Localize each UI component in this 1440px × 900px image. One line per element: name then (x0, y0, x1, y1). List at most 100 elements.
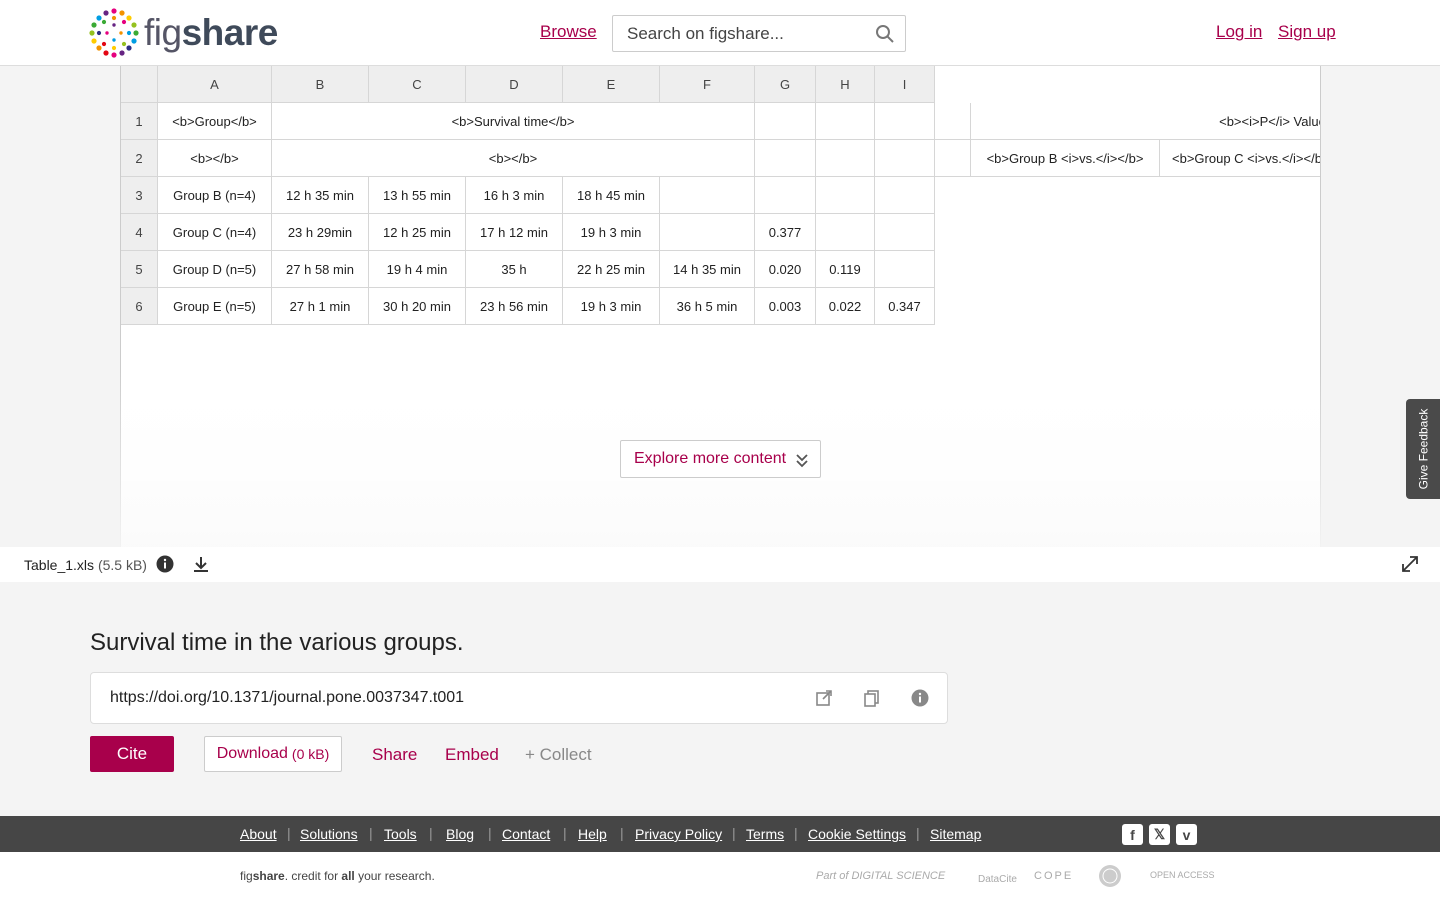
cell[interactable]: <b>Group C <i>vs.</i></b> (1160, 140, 1320, 177)
footer-tagline: figshare. credit for all your research. (240, 869, 435, 883)
footer-link-contact[interactable]: Contact (502, 826, 550, 842)
footer-link-solutions[interactable]: Solutions (300, 826, 358, 842)
table-cell[interactable] (755, 177, 816, 214)
table-cell[interactable]: Group C (n=4) (158, 214, 272, 251)
facebook-icon[interactable]: f (1122, 824, 1143, 845)
table-cell[interactable]: 19 h 4 min (369, 251, 466, 288)
digital-science-logo[interactable]: Part of DIGITAL SCIENCE (816, 870, 945, 882)
cope-logo[interactable]: COPE (1034, 870, 1073, 882)
feedback-label: Give Feedback (1416, 408, 1430, 490)
download-button[interactable]: Download (0 kB) (204, 736, 342, 772)
login-link[interactable]: Log in (1216, 22, 1262, 42)
cell-merged[interactable]: <b><i>P</i> Value</b> (971, 103, 1320, 140)
vimeo-icon[interactable]: v (1176, 824, 1197, 845)
table-cell[interactable] (816, 214, 875, 251)
footer-link-privacy[interactable]: Privacy Policy (635, 826, 722, 842)
cell[interactable]: <b>Group B <i>vs.</i></b> (971, 140, 1160, 177)
cell[interactable] (935, 103, 971, 140)
cell[interactable] (816, 140, 875, 177)
signup-link[interactable]: Sign up (1278, 22, 1336, 42)
table-cell[interactable]: 19 h 3 min (563, 214, 660, 251)
table-cell[interactable]: 0.020 (755, 251, 816, 288)
table-cell[interactable] (875, 251, 935, 288)
table-cell[interactable]: 0.347 (875, 288, 935, 325)
cell[interactable] (755, 103, 816, 140)
give-feedback-tab[interactable]: Give Feedback (1406, 399, 1440, 499)
embed-link[interactable]: Embed (445, 745, 499, 765)
file-preview: A B C D E F G H I 1 2 3 4 5 6 <b>Group</… (0, 66, 1440, 547)
search-icon[interactable] (865, 24, 905, 44)
footer-link-help[interactable]: Help (578, 826, 607, 842)
table-cell[interactable] (660, 177, 755, 214)
table-cell[interactable]: 36 h 5 min (660, 288, 755, 325)
cell[interactable] (816, 103, 875, 140)
table-cell[interactable]: 0.377 (755, 214, 816, 251)
footer-link-cookie-settings[interactable]: Cookie Settings (808, 826, 906, 842)
footer-separator: | (488, 825, 492, 841)
table-cell[interactable]: 17 h 12 min (466, 214, 563, 251)
table-cell[interactable]: Group B (n=4) (158, 177, 272, 214)
browse-link[interactable]: Browse (540, 22, 597, 42)
cell[interactable] (875, 140, 935, 177)
footer-separator: | (794, 825, 798, 841)
open-access-logo[interactable]: OPEN ACCESS (1150, 870, 1215, 880)
footer-separator: | (620, 825, 624, 841)
table-cell[interactable]: 30 h 20 min (369, 288, 466, 325)
explore-more-button[interactable]: Explore more content (620, 440, 821, 478)
table-cell[interactable]: 27 h 58 min (272, 251, 369, 288)
table-cell[interactable] (875, 214, 935, 251)
fullscreen-icon[interactable] (1401, 555, 1419, 578)
table-cell[interactable]: 14 h 35 min (660, 251, 755, 288)
table-cell[interactable]: 22 h 25 min (563, 251, 660, 288)
table-cell[interactable] (875, 177, 935, 214)
search-input[interactable]: Search on figshare... (612, 15, 906, 52)
doi-info-icon[interactable] (911, 689, 929, 712)
seal-logo[interactable] (1098, 864, 1122, 891)
column-header-g: G (755, 66, 816, 103)
table-cell[interactable]: 35 h (466, 251, 563, 288)
table-cell[interactable]: 0.022 (816, 288, 875, 325)
row-header: 4 (121, 214, 158, 251)
cell[interactable] (935, 140, 971, 177)
doi-link[interactable]: https://doi.org/10.1371/journal.pone.003… (110, 689, 464, 707)
table-cell[interactable]: 13 h 55 min (369, 177, 466, 214)
datacite-logo[interactable]: DataCite (978, 874, 1017, 885)
cell[interactable]: <b>Group</b> (158, 103, 272, 140)
file-name: Table_1.xls (5.5 kB) (24, 557, 147, 573)
table-cell[interactable]: 23 h 29min (272, 214, 369, 251)
external-link-icon[interactable] (815, 689, 833, 712)
table-cell[interactable]: Group E (n=5) (158, 288, 272, 325)
footer-link-blog[interactable]: Blog (446, 826, 474, 842)
table-cell[interactable]: 18 h 45 min (563, 177, 660, 214)
footer-link-tools[interactable]: Tools (384, 826, 417, 842)
table-cell[interactable]: Group D (n=5) (158, 251, 272, 288)
download-icon[interactable] (192, 555, 210, 578)
cell-merged[interactable]: <b></b> (272, 140, 755, 177)
collect-link[interactable]: + Collect (525, 745, 592, 765)
share-link[interactable]: Share (372, 745, 417, 765)
column-header-f: F (660, 66, 755, 103)
footer-link-sitemap[interactable]: Sitemap (930, 826, 981, 842)
table-cell[interactable]: 27 h 1 min (272, 288, 369, 325)
table-cell[interactable]: 12 h 35 min (272, 177, 369, 214)
table-cell[interactable]: 12 h 25 min (369, 214, 466, 251)
table-cell[interactable]: 23 h 56 min (466, 288, 563, 325)
table-cell[interactable]: 0.119 (816, 251, 875, 288)
info-icon[interactable] (156, 555, 174, 578)
footer-link-terms[interactable]: Terms (746, 826, 784, 842)
table-cell[interactable] (816, 177, 875, 214)
table-cell[interactable] (660, 214, 755, 251)
cell[interactable] (875, 103, 935, 140)
cell[interactable] (755, 140, 816, 177)
table-cell[interactable]: 16 h 3 min (466, 177, 563, 214)
table-cell[interactable]: 19 h 3 min (563, 288, 660, 325)
footer-link-about[interactable]: About (240, 826, 277, 842)
figshare-logo[interactable]: figshare (88, 7, 278, 59)
doi-field: https://doi.org/10.1371/journal.pone.003… (90, 672, 948, 724)
cite-button[interactable]: Cite (90, 736, 174, 772)
copy-icon[interactable] (863, 689, 881, 712)
x-twitter-icon[interactable]: 𝕏 (1149, 824, 1170, 845)
table-cell[interactable]: 0.003 (755, 288, 816, 325)
cell[interactable]: <b></b> (158, 140, 272, 177)
cell-merged[interactable]: <b>Survival time</b> (272, 103, 755, 140)
